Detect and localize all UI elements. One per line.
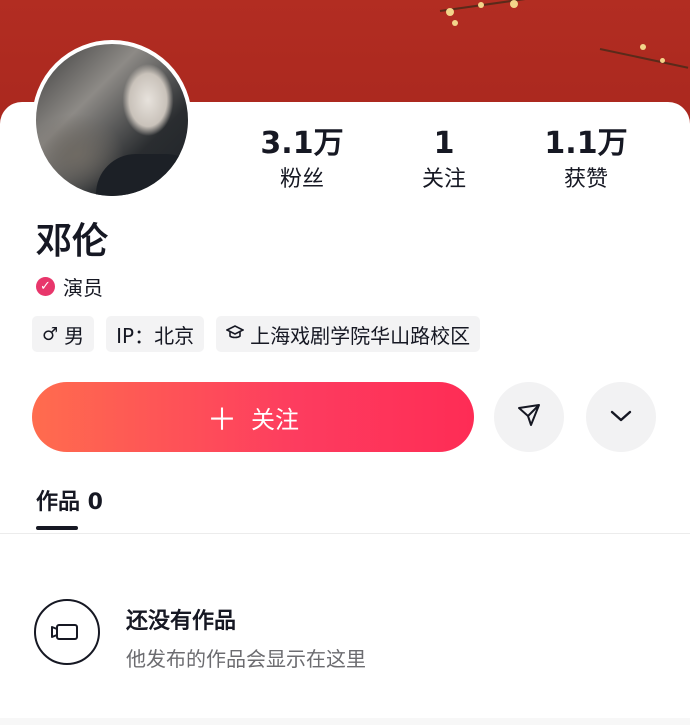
ip-tag: IP：北京 <box>106 316 205 352</box>
stat-label: 粉丝 <box>279 167 324 192</box>
follow-button[interactable]: ＋ 关注 <box>32 382 474 452</box>
send-icon <box>516 402 542 432</box>
follow-label: 关注 <box>251 405 299 434</box>
profile-tags: ♂ 男 IP：北京 上海戏剧学院华山路校区 <box>32 316 481 352</box>
graduation-cap-icon <box>225 324 245 345</box>
stat-likes[interactable]: 1.1万 获赞 <box>516 125 656 197</box>
ip-label: IP：北京 <box>116 323 195 348</box>
more-button[interactable] <box>586 382 656 452</box>
tab-works[interactable]: 作品 0 <box>36 484 103 516</box>
blossom-decoration <box>640 44 646 50</box>
blossom-decoration <box>452 20 458 26</box>
tab-indicator <box>36 526 78 530</box>
avatar-coat <box>96 154 188 196</box>
stat-value: 1 <box>433 126 455 161</box>
branch-decoration <box>439 0 550 12</box>
stat-label: 关注 <box>421 167 466 192</box>
blossom-decoration <box>446 8 454 16</box>
stats-row: 3.1万 粉丝 1 关注 1.1万 获赞 <box>228 125 688 205</box>
stat-following[interactable]: 1 关注 <box>374 125 514 197</box>
empty-subtitle: 他发布的作品会显示在这里 <box>126 647 366 671</box>
video-camera-icon <box>34 599 100 665</box>
verification-label: 演员 <box>63 276 103 300</box>
blossom-decoration <box>510 0 518 8</box>
avatar[interactable] <box>32 40 192 200</box>
blossom-decoration <box>478 2 484 8</box>
school-label: 上海戏剧学院华山路校区 <box>250 323 471 348</box>
empty-title: 还没有作品 <box>126 609 237 634</box>
stat-value: 1.1万 <box>544 126 628 161</box>
stat-label: 获赞 <box>563 167 608 192</box>
male-icon: ♂ <box>42 323 59 345</box>
bottom-divider <box>0 718 690 725</box>
plus-icon: ＋ <box>207 403 237 438</box>
school-tag[interactable]: 上海戏剧学院华山路校区 <box>216 316 481 352</box>
chevron-down-icon <box>609 408 633 427</box>
stat-fans[interactable]: 3.1万 粉丝 <box>232 125 372 197</box>
branch-decoration <box>599 48 689 69</box>
gender-tag: ♂ 男 <box>32 316 95 352</box>
blossom-decoration <box>660 58 665 63</box>
check-badge-icon: ✓ <box>36 277 55 296</box>
divider <box>0 533 690 534</box>
stat-value: 3.1万 <box>260 126 344 161</box>
profile-name: 邓伦 <box>36 221 109 262</box>
verification-row: ✓ 演员 <box>36 272 103 301</box>
share-button[interactable] <box>494 382 564 452</box>
gender-label: 男 <box>64 323 85 348</box>
